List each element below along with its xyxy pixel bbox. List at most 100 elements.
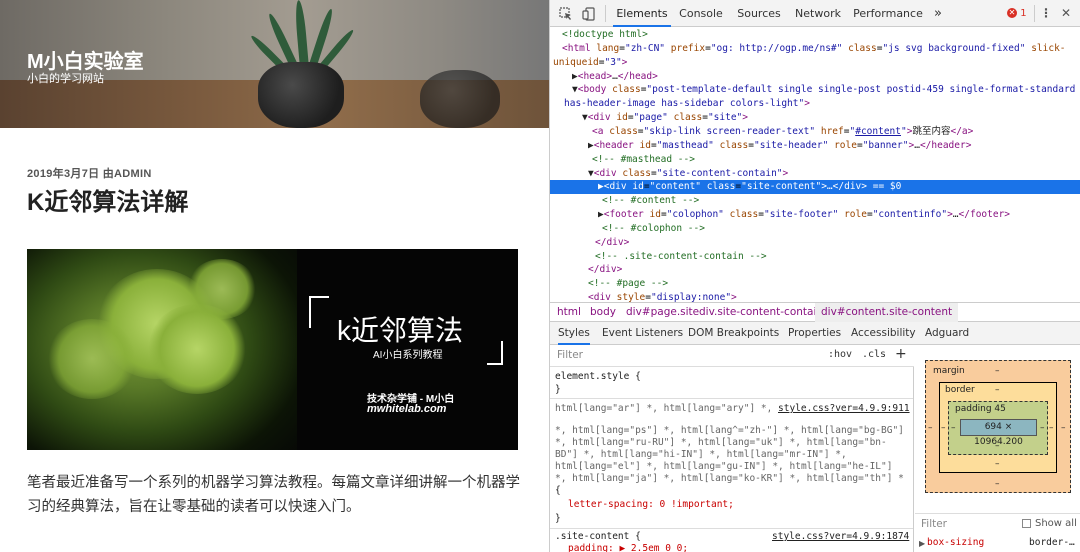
style-selector: html[lang="ar"] *, html[lang="ary"] *, h… (555, 403, 770, 414)
style-brace: { (555, 485, 561, 496)
new-rule-button[interactable]: + (895, 346, 907, 362)
dom-node[interactable]: ▶<header id="masthead" class="site-heade… (588, 139, 971, 153)
border-bottom-value: – (995, 459, 1000, 469)
border-top-value: – (995, 385, 1000, 395)
tab-console[interactable]: Console (676, 0, 726, 27)
dom-node[interactable]: ▼<div id="page" class="site"> (582, 111, 748, 125)
dom-node[interactable]: uniqueid="3"> (553, 56, 627, 70)
hover-state-toggle[interactable]: :hov (828, 349, 852, 360)
toolbar-divider (1034, 5, 1035, 22)
style-selector: BD"] *, html[lang="hi-IN"] *, html[lang=… (555, 449, 847, 460)
kebab-menu-icon[interactable]: ⋮ (1038, 0, 1054, 27)
dom-node[interactable]: <a class="skip-link screen-reader-text" … (592, 125, 973, 139)
computed-property-name[interactable]: box-sizing (927, 537, 984, 548)
breadcrumb-div-page[interactable]: div#page.site (626, 303, 699, 322)
border-right-value: – (1049, 423, 1054, 433)
tab-accessibility[interactable]: Accessibility (851, 322, 916, 345)
dom-tree[interactable]: <!doctype html> <html lang="zh-CN" prefix… (550, 27, 1080, 303)
class-toggle[interactable]: .cls (862, 349, 886, 360)
dom-node[interactable]: ▶<footer id="colophon" class="site-foote… (598, 208, 1010, 222)
breadcrumb-html[interactable]: html (557, 303, 581, 322)
more-tabs-button[interactable]: » (928, 0, 948, 27)
styles-filter-bar: Filter :hov .cls + (550, 345, 914, 367)
show-all-label: Show all (1035, 518, 1077, 529)
dom-node[interactable]: <!-- #content --> (602, 194, 699, 208)
featured-site: mwhitelab.com (367, 403, 447, 415)
dom-node[interactable]: <html lang="zh-CN" prefix="og: http://og… (562, 42, 1066, 56)
devtools-toolbar: Elements Console Sources Network Perform… (550, 0, 1080, 27)
dom-node[interactable]: <!-- #page --> (588, 277, 668, 291)
dom-node[interactable]: <!-- #masthead --> (592, 153, 695, 167)
breadcrumb-site-content-contain[interactable]: div.site-content-contain (699, 303, 823, 322)
padding-label: padding 45 (955, 404, 1006, 414)
toolbar-divider (605, 5, 606, 22)
dom-node[interactable]: <!-- #colophon --> (602, 222, 705, 236)
computed-filter-bar: Filter Show all ▶ box-sizing border-… (915, 513, 1080, 552)
dom-node-selected[interactable]: ▶<div id="content" class="site-content">… (550, 180, 1080, 195)
computed-filter-input[interactable]: Filter (921, 518, 947, 530)
flower-cluster (187, 259, 257, 319)
border-label: border (945, 385, 975, 395)
margin-right-value: – (1061, 423, 1066, 433)
site-description: 小白的学习网站 (27, 73, 104, 85)
tab-sources[interactable]: Sources (732, 0, 786, 27)
padding-left-value: – (951, 423, 956, 433)
dom-node[interactable]: <!-- .site-content-contain --> (595, 250, 767, 264)
style-selector: *, html[lang="ru-RU"] *, html[lang="uk"]… (555, 437, 887, 448)
featured-image: k近邻算法 AI小白系列教程 技术杂学铺 - M小白 mwhitelab.com (27, 249, 518, 450)
style-divider (550, 398, 913, 399)
styles-filter-input[interactable]: Filter (557, 349, 583, 361)
show-all-checkbox[interactable] (1022, 519, 1031, 528)
error-count: 1 (1020, 8, 1027, 19)
frame-bracket (309, 296, 329, 328)
dom-node[interactable]: </div> (595, 236, 629, 250)
dom-node[interactable]: ▶<head>…</head> (572, 70, 658, 84)
box-model-content[interactable]: 694 × 10964.200 (960, 419, 1037, 447)
style-selector: .site-content { (555, 531, 641, 542)
devtools-panel: Elements Console Sources Network Perform… (549, 0, 1080, 552)
featured-title: k近邻算法 (337, 315, 464, 346)
tab-properties[interactable]: Properties (788, 322, 841, 345)
breadcrumb: html body div#page.site div.site-content… (550, 302, 1080, 322)
expand-arrow-icon[interactable]: ▶ (919, 539, 925, 548)
flower-cluster (47, 319, 137, 399)
style-selector: *, html[lang="ps"] *, html[lang^="zh-"] … (555, 425, 904, 436)
dom-node[interactable]: </div> (588, 263, 622, 277)
dom-node[interactable]: ▼<div class="site-content-contain"> (588, 167, 788, 181)
style-declaration[interactable]: padding: ▶ 2.5em 0 0; (568, 543, 688, 552)
tab-dom-breakpoints[interactable]: DOM Breakpoints (688, 322, 779, 345)
style-source-link[interactable]: style.css?ver=4.9.9:1874 (772, 531, 909, 543)
border-left-value: – (941, 423, 946, 433)
padding-right-value: – (1040, 423, 1045, 433)
styles-pane[interactable]: element.style { } html[lang="ar"] *, htm… (550, 367, 914, 552)
error-icon: ✕ (1007, 8, 1017, 18)
dom-node[interactable]: <!doctype html> (562, 28, 648, 42)
tab-event-listeners[interactable]: Event Listeners (602, 322, 683, 345)
style-line: } (555, 384, 561, 395)
margin-top-value: – (995, 366, 1000, 376)
dom-node[interactable]: has-header-image has-sidebar colors-ligh… (564, 97, 810, 111)
post-meta: 2019年3月7日 由ADMIN (27, 168, 152, 180)
styles-tabs: Styles Event Listeners DOM Breakpoints P… (550, 322, 1080, 345)
breadcrumb-div-content[interactable]: div#content.site-content (815, 303, 959, 322)
plant-pot (420, 70, 500, 128)
style-source-link[interactable]: style.css?ver=4.9.9:911 (778, 403, 910, 415)
breadcrumb-body[interactable]: body (590, 303, 616, 322)
tab-adguard[interactable]: Adguard (925, 322, 969, 345)
error-badge[interactable]: ✕ 1 (1007, 8, 1027, 20)
style-selector: html[lang="el"] *, html[lang="gu-IN"] *,… (555, 461, 893, 472)
post-paragraph: 笔者最近准备写一个系列的机器学习算法教程。每篇文章详细讲解一个机器学习的经典算法… (27, 475, 520, 515)
style-divider (550, 528, 913, 529)
frame-bracket (487, 341, 503, 365)
margin-bottom-value: – (995, 479, 1000, 489)
computed-property-value: border-… (1029, 537, 1075, 548)
close-icon[interactable]: ✕ (1058, 0, 1074, 27)
tab-elements[interactable]: Elements (613, 0, 671, 27)
tab-performance[interactable]: Performance (852, 0, 924, 27)
style-declaration[interactable]: letter-spacing: 0 !important; (568, 499, 734, 511)
tab-network[interactable]: Network (792, 0, 844, 27)
style-brace: } (555, 513, 561, 524)
margin-left-value: – (928, 423, 933, 433)
tab-styles[interactable]: Styles (558, 322, 590, 345)
dom-node[interactable]: ▼<body class="post-template-default sing… (572, 83, 1075, 97)
